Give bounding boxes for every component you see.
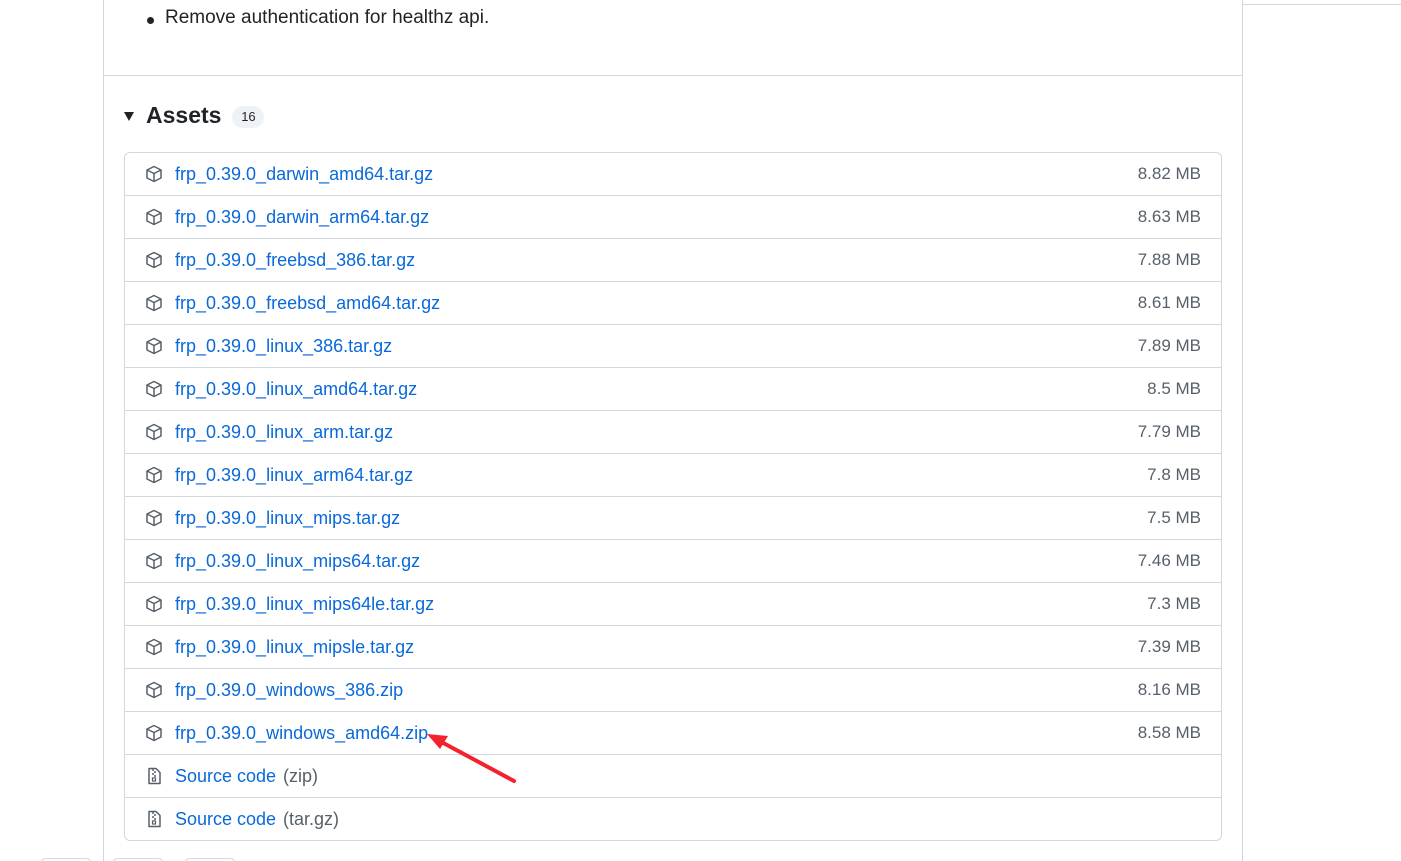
- asset-row: frp_0.39.0_windows_386.zip 8.16 MB: [125, 668, 1221, 711]
- asset-download-link[interactable]: frp_0.39.0_linux_arm.tar.gz: [175, 421, 393, 443]
- package-icon: [146, 208, 162, 226]
- file-zip-icon: [148, 767, 161, 785]
- asset-row: frp_0.39.0_linux_arm.tar.gz 7.79 MB: [125, 410, 1221, 453]
- source-code-link[interactable]: Source code: [175, 808, 276, 830]
- asset-row: frp_0.39.0_linux_mips.tar.gz 7.5 MB: [125, 496, 1221, 539]
- package-icon: [146, 380, 162, 398]
- file-zip-icon: [148, 810, 161, 828]
- asset-row: frp_0.39.0_linux_mips64.tar.gz 7.46 MB: [125, 539, 1221, 582]
- assets-list: frp_0.39.0_darwin_amd64.tar.gz 8.82 MB frp…: [124, 152, 1222, 841]
- asset-row: frp_0.39.0_linux_arm64.tar.gz 7.8 MB: [125, 453, 1221, 496]
- package-icon: [146, 251, 162, 269]
- triangle-down-icon[interactable]: [124, 111, 134, 121]
- asset-row: frp_0.39.0_linux_amd64.tar.gz 8.5 MB: [125, 367, 1221, 410]
- asset-size: 7.39 MB: [1137, 637, 1201, 656]
- asset-download-link[interactable]: frp_0.39.0_linux_mips64le.tar.gz: [175, 593, 434, 615]
- asset-size: 8.5 MB: [1147, 379, 1201, 398]
- asset-download-link[interactable]: frp_0.39.0_freebsd_amd64.tar.gz: [175, 292, 440, 314]
- asset-download-link[interactable]: frp_0.39.0_linux_amd64.tar.gz: [175, 378, 417, 400]
- asset-row: frp_0.39.0_linux_mipsle.tar.gz 7.39 MB: [125, 625, 1221, 668]
- asset-size: 8.58 MB: [1137, 723, 1201, 742]
- source-code-link[interactable]: Source code: [175, 765, 276, 787]
- asset-download-link[interactable]: frp_0.39.0_freebsd_386.tar.gz: [175, 249, 415, 271]
- package-icon: [146, 509, 162, 527]
- asset-size: 7.5 MB: [1147, 508, 1201, 527]
- asset-row: frp_0.39.0_linux_mips64le.tar.gz 7.3 MB: [125, 582, 1221, 625]
- package-icon: [146, 552, 162, 570]
- asset-download-link[interactable]: frp_0.39.0_linux_386.tar.gz: [175, 335, 392, 357]
- package-icon: [146, 595, 162, 613]
- source-code-format: (tar.gz): [283, 809, 340, 829]
- annotation-arrow: [427, 734, 516, 783]
- asset-size: 8.63 MB: [1137, 207, 1201, 226]
- asset-size: 7.3 MB: [1147, 594, 1201, 613]
- release-note-item: Remove authentication for healthz api.: [165, 7, 490, 28]
- asset-size: 8.61 MB: [1137, 293, 1201, 312]
- package-icon: [146, 423, 162, 441]
- source-code-row: Source code (tar.gz): [125, 797, 1221, 840]
- assets-title[interactable]: Assets: [146, 102, 221, 129]
- asset-row: frp_0.39.0_linux_386.tar.gz 7.89 MB: [125, 324, 1221, 367]
- release-notes: Remove authentication for healthz api.: [104, 0, 1242, 76]
- asset-size: 7.79 MB: [1137, 422, 1201, 441]
- asset-download-link[interactable]: frp_0.39.0_darwin_arm64.tar.gz: [175, 206, 429, 228]
- package-icon: [146, 165, 162, 183]
- package-icon: [146, 638, 162, 656]
- source-code-row: Source code (zip): [125, 754, 1221, 797]
- asset-download-link[interactable]: frp_0.39.0_linux_arm64.tar.gz: [175, 464, 413, 486]
- asset-row: frp_0.39.0_windows_amd64.zip 8.58 MB: [125, 711, 1221, 754]
- asset-row: frp_0.39.0_darwin_amd64.tar.gz 8.82 MB: [125, 153, 1221, 195]
- package-icon: [146, 681, 162, 699]
- asset-download-link[interactable]: frp_0.39.0_linux_mips.tar.gz: [175, 507, 400, 529]
- asset-size: 7.8 MB: [1147, 465, 1201, 484]
- assets-count-badge: 16: [232, 105, 265, 128]
- annotation-arrow-head: [427, 734, 448, 749]
- asset-size: 7.89 MB: [1137, 336, 1201, 355]
- asset-download-link[interactable]: frp_0.39.0_linux_mips64.tar.gz: [175, 550, 420, 572]
- package-icon: [146, 724, 162, 742]
- bullet-icon: [147, 17, 154, 24]
- asset-download-link[interactable]: frp_0.39.0_darwin_amd64.tar.gz: [175, 163, 433, 185]
- assets-header[interactable]: Assets 16: [124, 99, 265, 131]
- source-code-format: (zip): [283, 766, 318, 786]
- asset-size: 8.16 MB: [1137, 680, 1201, 699]
- annotation-arrow-shaft: [432, 736, 516, 783]
- asset-download-link[interactable]: frp_0.39.0_windows_amd64.zip: [175, 722, 428, 744]
- asset-row: frp_0.39.0_darwin_arm64.tar.gz 8.63 MB: [125, 195, 1221, 238]
- asset-download-link[interactable]: frp_0.39.0_linux_mipsle.tar.gz: [175, 636, 414, 658]
- asset-row: frp_0.39.0_freebsd_386.tar.gz 7.88 MB: [125, 238, 1221, 281]
- package-icon: [146, 337, 162, 355]
- asset-size: 8.82 MB: [1137, 164, 1201, 183]
- top-divider: [1242, 4, 1401, 5]
- release-page: Remove authentication for healthz api. A…: [0, 0, 1401, 861]
- asset-row: frp_0.39.0_freebsd_amd64.tar.gz 8.61 MB: [125, 281, 1221, 324]
- package-icon: [146, 294, 162, 312]
- asset-size: 7.88 MB: [1137, 250, 1201, 269]
- release-card: Remove authentication for healthz api. A…: [103, 0, 1243, 861]
- asset-size: 7.46 MB: [1137, 551, 1201, 570]
- package-icon: [146, 466, 162, 484]
- asset-download-link[interactable]: frp_0.39.0_windows_386.zip: [175, 679, 403, 701]
